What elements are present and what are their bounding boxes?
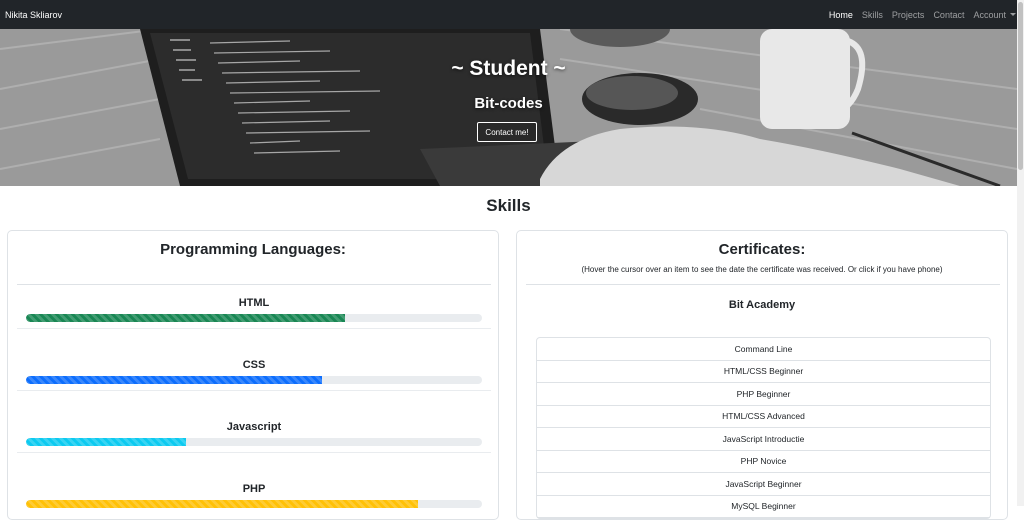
scrollbar-thumb[interactable] [1018,2,1023,170]
nav-links: Home Skills Projects Contact Account [820,10,1016,20]
progress-bar-track [26,376,482,384]
contact-me-button[interactable]: Contact me! [477,122,537,142]
divider [17,452,491,453]
skill-label: HTML [238,297,270,309]
certificate-item[interactable]: JavaScript Beginner [537,473,990,496]
progress-bar-fill [26,376,323,384]
skill-label: CSS [242,359,266,371]
progress-bar-fill [26,314,346,322]
nav-projects[interactable]: Projects [892,10,925,20]
certificates-title: Certificates: [718,241,806,258]
progress-bar-track [26,314,482,322]
certificate-item[interactable]: Command Line [537,338,990,361]
nav-skills[interactable]: Skills [862,10,883,20]
certificate-item[interactable]: HTML/CSS Advanced [537,406,990,428]
progress-bar-fill [26,438,186,446]
divider [526,284,1000,285]
programming-languages-card: Programming Languages: HTML CSS Javascri… [7,230,499,520]
organization-name: Bit Academy [728,299,796,311]
nav-home[interactable]: Home [829,10,853,20]
nav-account-label: Account [973,9,1006,20]
progress-bar-track [26,438,482,446]
hero-banner: ~ Student ~ Bit-codes Contact me! [0,29,1017,186]
skill-label: Javascript [226,421,282,433]
certificate-item[interactable]: MySQL Beginner [537,496,990,518]
skills-heading: Skills [486,196,531,215]
navbar: Nikita Skliarov Home Skills Projects Con… [0,0,1024,29]
certificate-item[interactable]: PHP Beginner [537,383,990,406]
programming-languages-title: Programming Languages: [160,241,346,258]
skill-label: PHP [242,483,266,495]
progress-bar-fill [26,500,419,508]
skill-javascript: Javascript [17,421,491,453]
certificate-item[interactable]: PHP Novice [537,451,990,473]
hero-title: ~ Student ~ [451,57,566,80]
chevron-down-icon [1010,12,1016,16]
certificates-hint: (Hover the cursor over an item to see th… [581,265,943,274]
progress-bar-track [26,500,482,508]
skill-css: CSS [17,359,491,391]
page-scrollbar[interactable] [1017,0,1024,506]
hero-subtitle: Bit-codes [474,95,543,112]
certificates-card: Certificates: (Hover the cursor over an … [516,230,1008,520]
skill-php: PHP [17,483,491,508]
certificate-list: Command Line HTML/CSS Beginner PHP Begin… [536,337,991,519]
nav-account-dropdown[interactable]: Account [973,10,1016,20]
skill-html: HTML [17,297,491,329]
certificate-item[interactable]: HTML/CSS Beginner [537,361,990,383]
brand-name[interactable]: Nikita Skliarov [5,10,62,20]
divider [17,284,491,285]
divider [17,328,491,329]
certificate-item[interactable]: JavaScript Introductie [537,428,990,451]
divider [17,390,491,391]
nav-contact[interactable]: Contact [933,10,964,20]
